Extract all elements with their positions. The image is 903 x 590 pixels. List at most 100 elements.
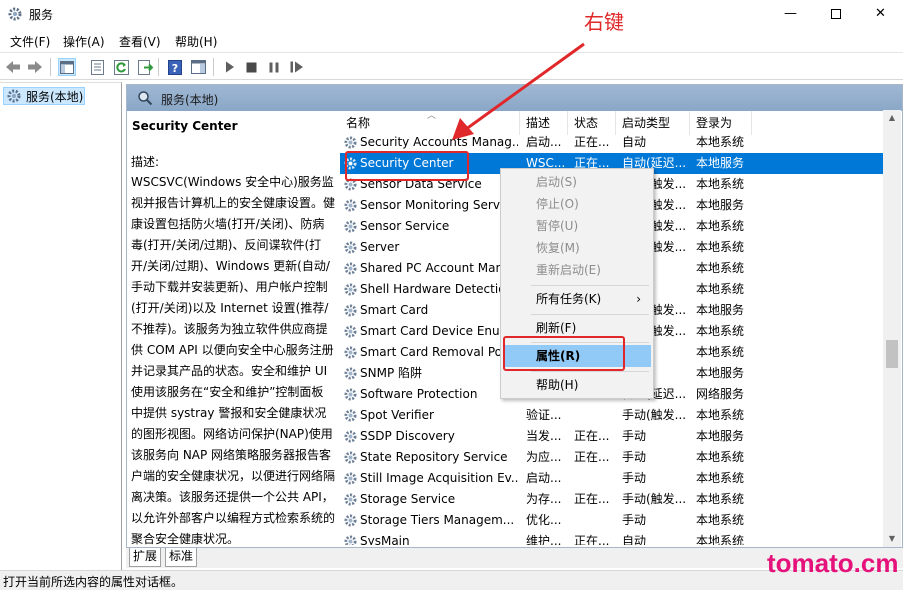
service-status-cell: 正在... xyxy=(574,429,610,443)
maximize-icon xyxy=(830,8,841,19)
tab-standard[interactable]: 标准 xyxy=(165,548,198,567)
vertical-scrollbar[interactable]: ▲ ▼ xyxy=(883,110,901,547)
play-icon xyxy=(226,61,234,73)
menu-view[interactable]: 查看(V) xyxy=(119,33,161,50)
service-row[interactable]: Spot Verifier 验证... 手动(触发... 本地系统 xyxy=(340,405,886,426)
service-startup-cell: 自动 xyxy=(622,135,647,149)
pane-header-title: 服务(本地) xyxy=(161,93,219,107)
menu-item-stop[interactable]: 停止(O) xyxy=(503,193,651,215)
scroll-thumb[interactable] xyxy=(886,340,898,368)
gear-icon xyxy=(344,262,357,275)
pause-icon xyxy=(269,62,279,72)
gear-icon xyxy=(344,283,357,296)
export-button[interactable] xyxy=(136,58,154,76)
search-icon xyxy=(138,91,153,106)
service-logon-cell: 本地系统 xyxy=(696,471,745,485)
gear-icon xyxy=(344,199,357,212)
service-name-cell: State Repository Service xyxy=(360,450,508,464)
menu-item-resume[interactable]: 恢复(M) xyxy=(503,237,651,259)
gear-icon xyxy=(344,346,357,359)
menu-item-help[interactable]: 帮助(H) xyxy=(503,374,651,396)
service-description: WSCSVC(Windows 安全中心)服务监视并报告计算机上的安全健康设置。健… xyxy=(131,175,336,546)
menu-action[interactable]: 操作(A) xyxy=(63,33,105,50)
restart-service-button[interactable] xyxy=(288,58,306,76)
service-startup-cell: 手动(触发... xyxy=(622,492,687,506)
service-name-cell: Smart Card xyxy=(360,303,429,317)
tree-item-services-local[interactable]: 服务(本地) xyxy=(3,87,85,105)
service-logon-cell: 本地系统 xyxy=(696,135,745,149)
help-button[interactable]: ? xyxy=(166,58,184,76)
service-row[interactable]: State Repository Service 为应... 正在... 手动 本地系统 xyxy=(340,447,886,468)
gear-icon xyxy=(344,514,357,527)
minimize-button[interactable]: — xyxy=(768,0,813,28)
service-name-cell: Storage Service xyxy=(360,492,456,506)
service-row[interactable]: Storage Service 为存... 正在... 手动(触发... 本地系统 xyxy=(340,489,886,510)
start-service-button[interactable] xyxy=(221,58,239,76)
service-startup-cell: 手动 xyxy=(622,513,647,527)
menu-item-start[interactable]: 启动(S) xyxy=(503,171,651,193)
arrow-right-icon xyxy=(28,61,42,73)
gear-icon xyxy=(7,89,21,103)
gear-icon xyxy=(344,535,357,545)
menu-help[interactable]: 帮助(H) xyxy=(175,33,217,50)
service-logon-cell: 本地系统 xyxy=(696,240,745,254)
service-startup-cell: 手动 xyxy=(622,471,647,485)
forward-button[interactable] xyxy=(26,58,44,76)
refresh-button[interactable] xyxy=(112,58,130,76)
export-icon xyxy=(137,59,153,75)
service-logon-cell: 本地系统 xyxy=(696,450,745,464)
service-name-cell: SNMP 陷阱 xyxy=(360,366,422,380)
service-status-cell xyxy=(574,510,614,531)
service-logon-cell: 本地系统 xyxy=(696,177,745,191)
service-row[interactable]: Storage Tiers Managem... 优化... 手动 本地系统 xyxy=(340,510,886,531)
service-name-cell: Sensor Service xyxy=(360,219,450,233)
status-text: 打开当前所选内容的属性对话框。 xyxy=(3,575,184,589)
watermark: tomato.cm xyxy=(767,548,899,578)
menu-item-all-tasks[interactable]: 所有任务(K) › xyxy=(503,288,651,310)
menu-item-restart[interactable]: 重新启动(E) xyxy=(503,259,651,281)
service-row[interactable]: Security Accounts Manag... 启动... 正在... 自动 本地… xyxy=(340,132,886,153)
tab-extended[interactable]: 扩展 xyxy=(129,548,162,567)
menu-item-pause[interactable]: 暂停(U) xyxy=(503,215,651,237)
arrow-left-icon xyxy=(6,61,20,73)
service-row[interactable]: Still Image Acquisition Ev... 启动... 手动 本地系统 xyxy=(340,468,886,489)
stop-service-button[interactable] xyxy=(242,58,260,76)
close-button[interactable]: ✕ xyxy=(858,0,903,28)
service-name-cell: Shared PC Account Manager xyxy=(360,261,518,275)
pause-service-button[interactable] xyxy=(265,58,283,76)
service-logon-cell: 本地系统 xyxy=(696,408,745,422)
console-tree-button[interactable] xyxy=(58,58,76,76)
gear-icon xyxy=(344,220,357,233)
tree-item-label: 服务(本地) xyxy=(26,89,84,104)
back-button[interactable] xyxy=(4,58,22,76)
service-name-cell: Shell Hardware Detection xyxy=(360,282,514,296)
column-header-label: 名称 xyxy=(346,116,371,130)
scroll-up-icon[interactable]: ▲ xyxy=(883,110,901,126)
menu-separator xyxy=(531,314,649,315)
service-logon-cell: 网络服务 xyxy=(696,387,745,401)
service-status-cell xyxy=(574,405,614,426)
service-logon-cell: 本地系统 xyxy=(696,219,745,233)
service-logon-cell: 本地系统 xyxy=(696,261,745,275)
maximize-button[interactable] xyxy=(813,0,858,28)
restart-icon xyxy=(290,61,303,73)
toolbar-separator xyxy=(213,58,214,76)
menu-file[interactable]: 文件(F) xyxy=(10,33,50,50)
menu-item-label: 所有任务(K) xyxy=(536,292,602,306)
description-panel: Security Center 描述: WSCSVC(Windows 安全中心)… xyxy=(131,117,339,546)
service-desc-cell: 当发... xyxy=(526,429,562,443)
gear-icon xyxy=(344,409,357,422)
export-list-button[interactable] xyxy=(88,58,106,76)
service-row[interactable]: SSDP Discovery 当发... 正在... 手动 本地服务 xyxy=(340,426,886,447)
gear-icon xyxy=(344,430,357,443)
svg-text:?: ? xyxy=(172,62,178,75)
scroll-down-icon[interactable]: ▼ xyxy=(883,531,901,547)
service-logon-cell: 本地服务 xyxy=(696,366,745,380)
service-logon-cell: 本地服务 xyxy=(696,156,745,170)
console-tree-icon xyxy=(60,60,74,74)
service-row[interactable]: SysMain 维护... 正在... 自动 本地系统 xyxy=(340,531,886,545)
service-desc-cell: 为应... xyxy=(526,450,562,464)
action-pane-icon xyxy=(190,60,206,74)
show-action-pane-button[interactable] xyxy=(189,58,207,76)
service-name-cell: SSDP Discovery xyxy=(360,429,455,443)
